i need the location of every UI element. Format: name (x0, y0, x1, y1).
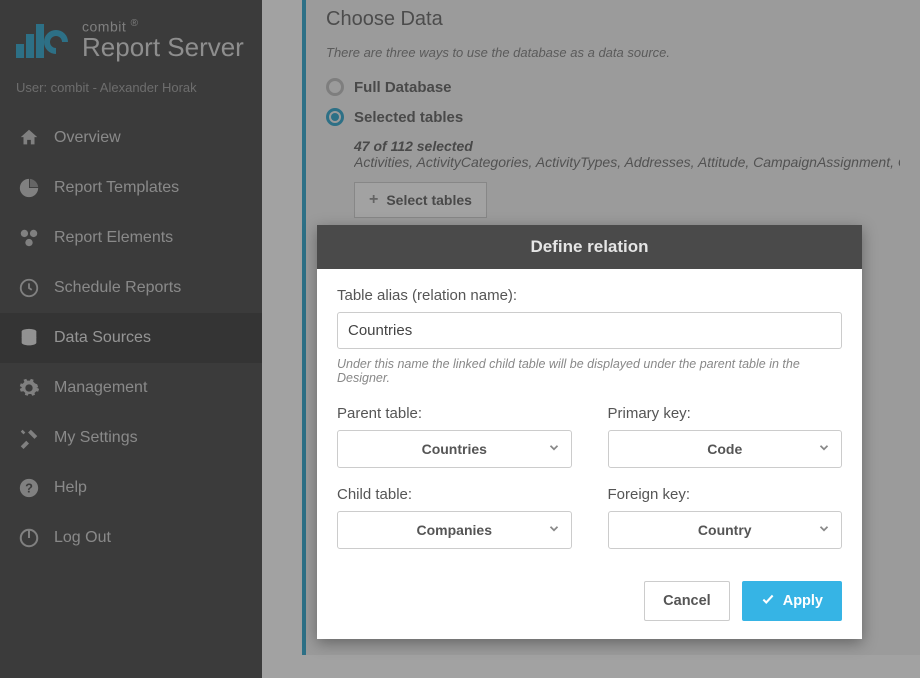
foreign-key-label: Foreign key: (608, 486, 843, 503)
parent-table-select[interactable]: Countries (337, 430, 572, 468)
alias-label: Table alias (relation name): (337, 287, 842, 304)
select-value: Companies (417, 522, 492, 538)
button-label: Apply (783, 593, 823, 609)
primary-key-select[interactable]: Code (608, 430, 843, 468)
primary-key-label: Primary key: (608, 405, 843, 422)
alias-input[interactable] (337, 312, 842, 349)
dialog-footer: Cancel Apply (317, 553, 862, 639)
parent-table-label: Parent table: (337, 405, 572, 422)
select-value: Country (698, 522, 752, 538)
modal-overlay[interactable]: Define relation Table alias (relation na… (0, 0, 920, 678)
foreign-key-select[interactable]: Country (608, 511, 843, 549)
chevron-down-icon (817, 522, 831, 539)
check-icon (761, 592, 775, 610)
dialog-body: Table alias (relation name): Under this … (317, 269, 862, 553)
chevron-down-icon (547, 441, 561, 458)
chevron-down-icon (547, 522, 561, 539)
select-value: Countries (422, 441, 487, 457)
select-value: Code (707, 441, 742, 457)
define-relation-dialog: Define relation Table alias (relation na… (317, 225, 862, 639)
apply-button[interactable]: Apply (742, 581, 842, 621)
child-table-label: Child table: (337, 486, 572, 503)
chevron-down-icon (817, 441, 831, 458)
cancel-button[interactable]: Cancel (644, 581, 730, 621)
child-table-select[interactable]: Companies (337, 511, 572, 549)
dialog-title: Define relation (317, 225, 862, 269)
alias-hint: Under this name the linked child table w… (337, 357, 842, 385)
